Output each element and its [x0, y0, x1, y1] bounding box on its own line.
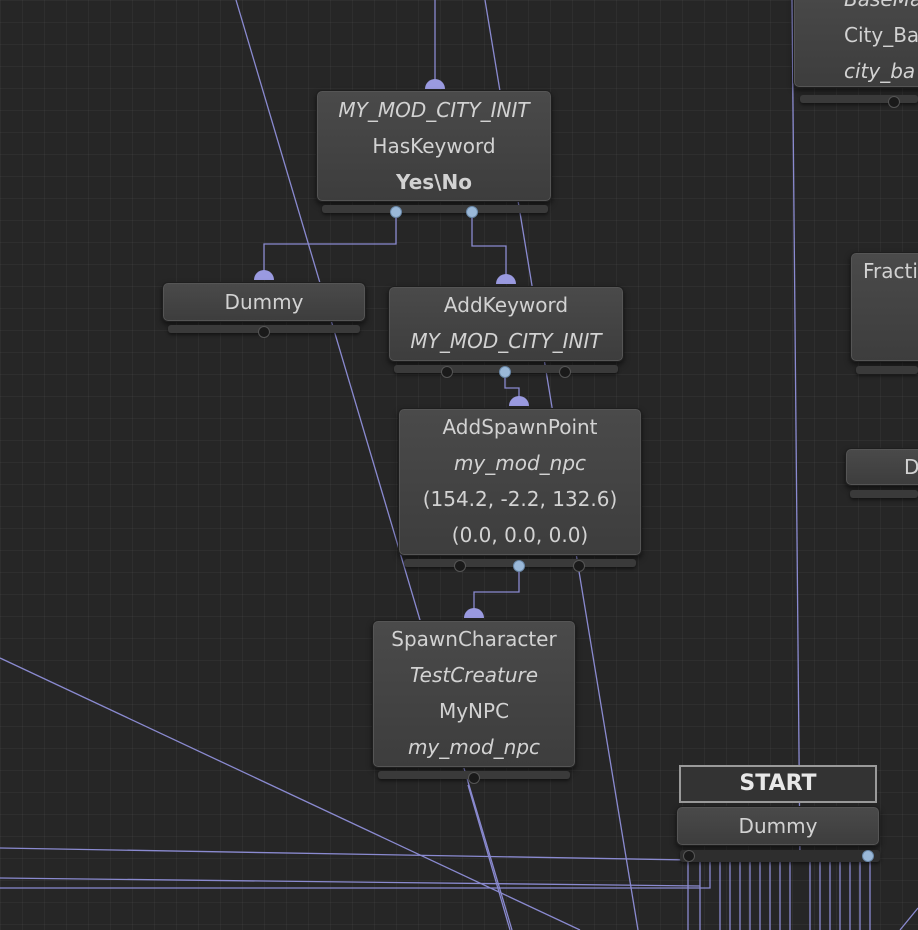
- node-title: SpawnCharacter: [391, 627, 557, 651]
- start-label: START: [679, 765, 877, 803]
- node-dummy[interactable]: Dummy: [162, 282, 366, 322]
- node-creature: TestCreature: [409, 663, 539, 687]
- output-port[interactable]: [454, 560, 466, 572]
- output-port[interactable]: [573, 560, 585, 572]
- node-addkeyword[interactable]: AddKeyword MY_MOD_CITY_INIT: [388, 286, 624, 362]
- node-name: MyNPC: [438, 699, 510, 723]
- node-rotation: (0.0, 0.0, 0.0): [451, 523, 589, 547]
- node-haskeyword[interactable]: MY_MOD_CITY_INIT HasKeyword Yes\No: [316, 90, 552, 202]
- output-port[interactable]: [468, 772, 480, 784]
- node-line: City_Ba: [844, 23, 918, 47]
- output-port[interactable]: [683, 850, 695, 862]
- output-port[interactable]: [862, 850, 874, 862]
- node-output-bar: [800, 95, 918, 103]
- node-line: city_ba: [844, 59, 916, 83]
- node-spawn-id: my_mod_npc: [407, 735, 541, 759]
- node-spawncharacter[interactable]: SpawnCharacter TestCreature MyNPC my_mod…: [372, 620, 576, 768]
- output-port[interactable]: [888, 96, 900, 108]
- node-title: Dummy: [738, 814, 818, 838]
- output-port-yes[interactable]: [390, 206, 402, 218]
- node-output-bar: [856, 366, 918, 374]
- node-title: D: [904, 455, 918, 479]
- node-line: BaseMa: [844, 0, 918, 17]
- node-right-d[interactable]: D: [845, 448, 918, 486]
- output-port[interactable]: [513, 560, 525, 572]
- node-start-dummy[interactable]: Dummy: [676, 806, 880, 846]
- node-output-bar: [680, 850, 880, 862]
- node-top-right[interactable]: BaseMa City_Ba city_ba: [793, 0, 918, 88]
- node-title: Fracti: [863, 259, 918, 283]
- node-keyword-label: MY_MOD_CITY_INIT: [338, 98, 530, 122]
- node-output-bar: [322, 205, 548, 213]
- output-port[interactable]: [499, 366, 511, 378]
- node-title: AddSpawnPoint: [442, 415, 598, 439]
- node-position: (154.2, -2.2, 132.6): [422, 487, 618, 511]
- node-addspawnpoint[interactable]: AddSpawnPoint my_mod_npc (154.2, -2.2, 1…: [398, 408, 642, 556]
- output-port[interactable]: [258, 326, 270, 338]
- output-port[interactable]: [441, 366, 453, 378]
- node-spawn-id: my_mod_npc: [453, 451, 587, 475]
- node-branch-label: Yes\No: [396, 170, 472, 194]
- node-fraction[interactable]: Fracti: [850, 252, 918, 362]
- output-port-no[interactable]: [466, 206, 478, 218]
- node-title: AddKeyword: [443, 293, 569, 317]
- node-title: HasKeyword: [372, 134, 496, 158]
- output-port[interactable]: [559, 366, 571, 378]
- node-title: Dummy: [224, 290, 304, 314]
- node-output-bar: [850, 490, 918, 498]
- node-keyword-label: MY_MOD_CITY_INIT: [410, 329, 602, 353]
